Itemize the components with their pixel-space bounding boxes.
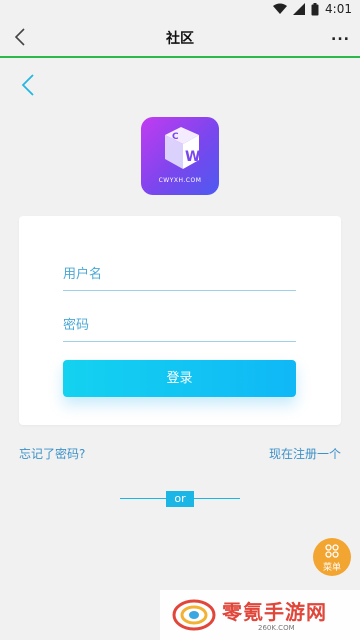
- page-back-icon[interactable]: [18, 72, 40, 98]
- watermark-domain: 260K.COM: [258, 624, 295, 632]
- login-button[interactable]: 登录: [63, 360, 296, 397]
- watermark-brand: 零氪手游网: [222, 600, 327, 624]
- cube-logo-icon: C W: [165, 127, 200, 169]
- watermark-logo-icon: [172, 599, 216, 631]
- app-logo: C W CWYXH.COM: [141, 117, 219, 195]
- status-time: 4:01: [325, 2, 352, 16]
- page-load-progress: [0, 56, 360, 58]
- password-input[interactable]: 密码: [63, 311, 296, 342]
- top-bar: 社区 ...: [0, 20, 360, 56]
- forgot-password-link[interactable]: 忘记了密码?: [19, 445, 85, 462]
- watermark: 零氪手游网 260K.COM: [160, 590, 360, 640]
- svg-text:W: W: [185, 149, 200, 165]
- page-title: 社区: [166, 31, 194, 47]
- signal-icon: [293, 3, 306, 15]
- logo-site-text: CWYXH.COM: [158, 177, 202, 184]
- status-icons: 4:01: [273, 2, 352, 16]
- status-bar: 4:01: [0, 0, 360, 20]
- more-options-button[interactable]: ...: [331, 28, 350, 44]
- register-link[interactable]: 现在注册一个: [269, 445, 341, 462]
- battery-icon: [311, 2, 319, 15]
- login-card: 用户名 密码 登录: [19, 216, 341, 425]
- username-input[interactable]: 用户名: [63, 260, 296, 291]
- menu-fab-label: 菜单: [322, 563, 341, 573]
- divider-line-left: [120, 498, 166, 499]
- grid-icon: [325, 544, 339, 558]
- page-load-progress-fill: [0, 56, 360, 58]
- menu-fab-button[interactable]: 菜单: [313, 538, 351, 576]
- divider-line-right: [194, 498, 240, 499]
- svg-text:C: C: [172, 132, 179, 142]
- or-divider: or: [166, 491, 194, 507]
- wifi-icon: [273, 3, 288, 14]
